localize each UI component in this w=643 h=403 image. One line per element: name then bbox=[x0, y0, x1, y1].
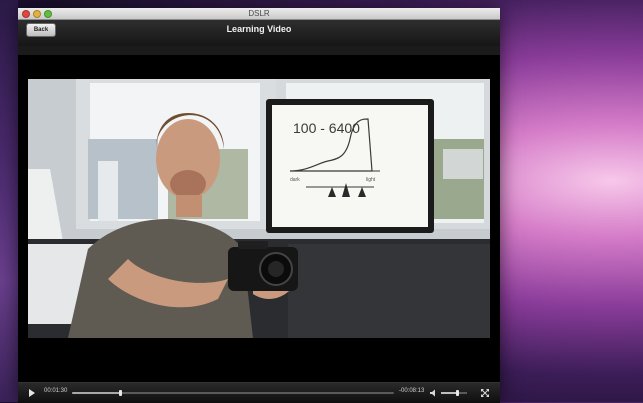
progress-fill bbox=[72, 392, 121, 394]
whiteboard-text: 100 - 6400 bbox=[293, 120, 360, 136]
speaker-icon[interactable] bbox=[430, 389, 438, 397]
whiteboard-label-dark: dark bbox=[290, 177, 300, 183]
play-icon[interactable] bbox=[29, 389, 35, 397]
toolbar: Back Learning Video bbox=[18, 20, 500, 47]
volume-fill bbox=[441, 392, 457, 394]
progress-scrubber[interactable] bbox=[72, 390, 394, 396]
video-still: 100 - 6400 dark light bbox=[28, 79, 490, 338]
desktop-background bbox=[0, 0, 18, 402]
volume-knob[interactable] bbox=[455, 390, 459, 396]
video-player[interactable]: 100 - 6400 dark light bbox=[18, 55, 500, 382]
playback-controls: 00:01:30 -00:08:13 bbox=[18, 382, 500, 403]
volume-slider[interactable] bbox=[441, 390, 467, 396]
progress-knob[interactable] bbox=[119, 390, 123, 396]
video-frame[interactable]: 100 - 6400 dark light bbox=[28, 79, 490, 338]
expand-icon[interactable] bbox=[480, 388, 490, 398]
remaining-time: -00:08:13 bbox=[399, 388, 425, 394]
elapsed-time: 00:01:30 bbox=[44, 388, 68, 394]
app-window: DSLR Back Learning Video 100 - 6400 dark… bbox=[18, 8, 500, 403]
title-bar: DSLR bbox=[18, 8, 500, 20]
page-title: Learning Video bbox=[226, 24, 292, 34]
window-title: DSLR bbox=[248, 9, 270, 18]
whiteboard-label-light: light bbox=[366, 177, 376, 183]
